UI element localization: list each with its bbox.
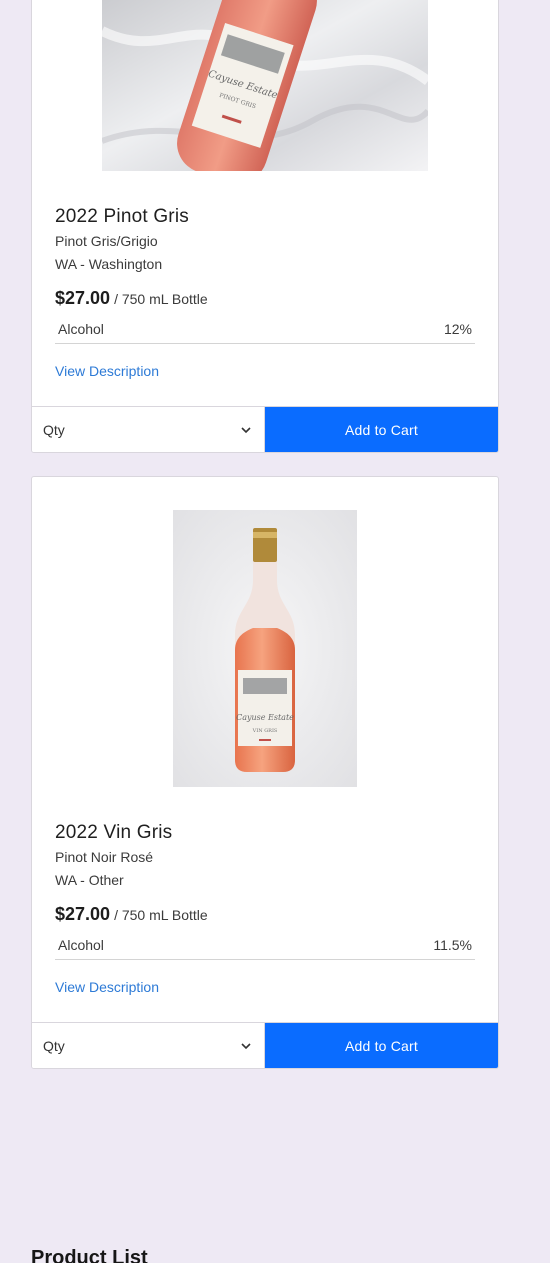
attribute-label: Alcohol bbox=[58, 937, 104, 953]
qty-label: Qty bbox=[43, 1037, 65, 1054]
attribute-value: 12% bbox=[443, 321, 472, 337]
view-description-link[interactable]: View Description bbox=[55, 363, 159, 379]
product-price: $27.00 bbox=[55, 288, 111, 308]
svg-text:VIN GRIS: VIN GRIS bbox=[252, 728, 278, 734]
section-title: Product List bbox=[31, 1247, 148, 1263]
product-unit: / 750 mL Bottle bbox=[114, 291, 208, 307]
cart-actions: Qty Add to Cart bbox=[32, 1022, 498, 1068]
product-varietal: Pinot Noir Rosé bbox=[55, 849, 154, 865]
product-image-wrap: Cayuse Estate PINOT GRIS bbox=[32, 0, 498, 171]
alcohol-row: Alcohol 11.5% bbox=[55, 937, 475, 960]
product-varietal: Pinot Gris/Grigio bbox=[55, 233, 158, 249]
chevron-down-icon bbox=[241, 1042, 251, 1049]
attribute-label: Alcohol bbox=[58, 321, 104, 337]
product-card: Cayuse Estate PINOT GRIS 2022 Pinot Gris… bbox=[31, 0, 499, 453]
product-card: Cayuse Estate VIN GRIS 2022 Vin Gris Pin… bbox=[31, 476, 499, 1069]
add-to-cart-button[interactable]: Add to Cart bbox=[265, 1023, 498, 1068]
price-row: $27.00 / 750 mL Bottle bbox=[55, 904, 475, 925]
view-description-link[interactable]: View Description bbox=[55, 979, 159, 995]
product-info: 2022 Pinot Gris Pinot Gris/Grigio WA - W… bbox=[55, 205, 475, 381]
wine-bottle-image: Cayuse Estate VIN GRIS bbox=[173, 510, 357, 787]
product-name[interactable]: 2022 Pinot Gris bbox=[55, 205, 475, 229]
product-image[interactable]: Cayuse Estate VIN GRIS bbox=[173, 510, 357, 787]
qty-select[interactable]: Qty bbox=[32, 407, 265, 452]
cart-actions: Qty Add to Cart bbox=[32, 406, 498, 452]
chevron-down-icon bbox=[241, 426, 251, 433]
product-name[interactable]: 2022 Vin Gris bbox=[55, 821, 475, 845]
wine-bottle-image: Cayuse Estate PINOT GRIS bbox=[102, 0, 428, 171]
product-info: 2022 Vin Gris Pinot Noir Rosé WA - Other… bbox=[55, 821, 475, 997]
add-to-cart-button[interactable]: Add to Cart bbox=[265, 407, 498, 452]
qty-select[interactable]: Qty bbox=[32, 1023, 265, 1068]
alcohol-row: Alcohol 12% bbox=[55, 321, 475, 344]
price-row: $27.00 / 750 mL Bottle bbox=[55, 288, 475, 309]
product-price: $27.00 bbox=[55, 904, 111, 924]
product-region: WA - Washington bbox=[55, 256, 163, 272]
qty-label: Qty bbox=[43, 421, 65, 438]
svg-text:Cayuse Estate: Cayuse Estate bbox=[236, 713, 294, 722]
product-image-wrap: Cayuse Estate VIN GRIS bbox=[32, 510, 498, 787]
product-unit: / 750 mL Bottle bbox=[114, 907, 208, 923]
product-image[interactable]: Cayuse Estate PINOT GRIS bbox=[102, 0, 428, 171]
product-region: WA - Other bbox=[55, 872, 124, 888]
attribute-value: 11.5% bbox=[433, 937, 472, 953]
